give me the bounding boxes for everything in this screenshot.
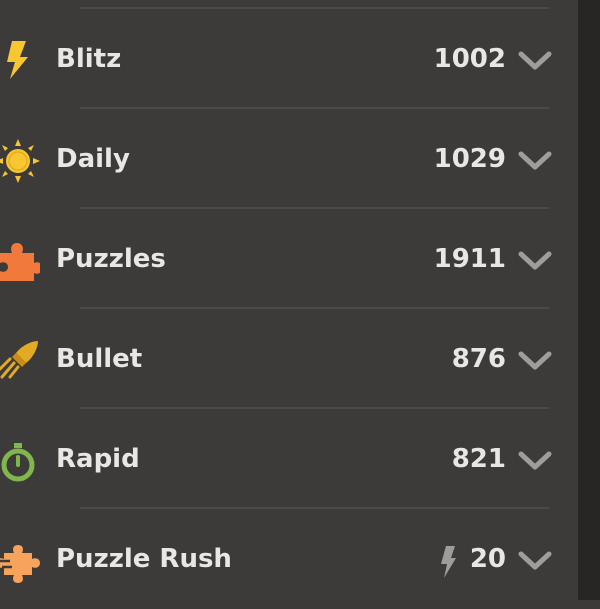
chevron-down-icon[interactable] <box>518 51 552 71</box>
bolt-icon <box>438 545 458 579</box>
stat-row-bullet[interactable]: Bullet 876 <box>0 309 578 409</box>
scrollbar-track[interactable] <box>578 0 600 600</box>
chevron-down-icon[interactable] <box>518 151 552 171</box>
stat-rating: 1029 <box>433 144 506 174</box>
stat-row-rapid[interactable]: Rapid 821 <box>0 409 578 509</box>
stat-row-puzzles[interactable]: Puzzles 1911 <box>0 209 578 309</box>
stat-label: Daily <box>56 144 130 174</box>
stat-row-daily[interactable]: Daily 1029 <box>0 109 578 209</box>
stat-rating: 821 <box>451 444 506 474</box>
stat-rating: 20 <box>469 544 506 574</box>
stat-rating: 1002 <box>433 44 506 74</box>
chevron-down-icon[interactable] <box>518 451 552 471</box>
stat-rating: 1911 <box>433 244 506 274</box>
stat-label: Bullet <box>56 344 143 374</box>
stopwatch-icon <box>0 439 40 483</box>
stat-label: Rapid <box>56 444 140 474</box>
bullet-rocket-icon <box>0 339 40 383</box>
chevron-down-icon[interactable] <box>518 351 552 371</box>
stats-panel: Blitz 1002 Daily 1029 Puzzles 1911 Bulle… <box>0 0 578 600</box>
stat-label: Puzzles <box>56 244 166 274</box>
chevron-down-icon[interactable] <box>518 251 552 271</box>
sun-icon <box>0 139 40 183</box>
lightning-bolt-icon <box>0 39 40 83</box>
chevron-down-icon[interactable] <box>518 551 552 571</box>
stat-label: Blitz <box>56 44 122 74</box>
stat-label: Puzzle Rush <box>56 544 232 574</box>
stat-row-puzzle-rush[interactable]: Puzzle Rush 20 <box>0 509 578 609</box>
puzzle-piece-icon <box>0 239 40 283</box>
puzzle-rush-icon <box>0 539 40 583</box>
stat-rating: 876 <box>451 344 506 374</box>
stat-row-blitz[interactable]: Blitz 1002 <box>0 9 578 109</box>
